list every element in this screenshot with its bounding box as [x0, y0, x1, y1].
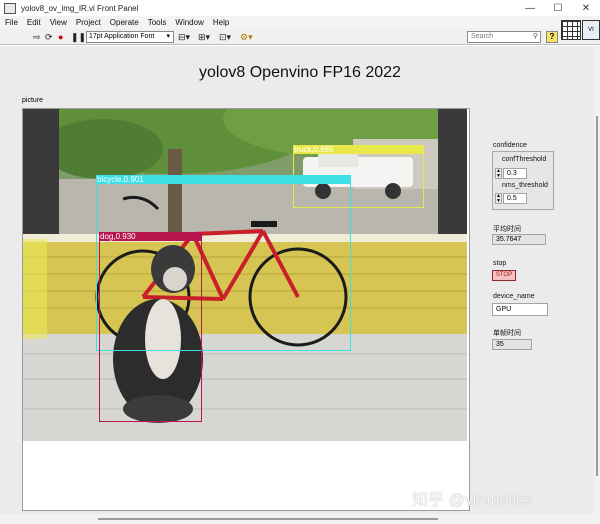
pause-icon[interactable]: ❚❚ [71, 32, 86, 42]
device-name-input[interactable]: GPU [492, 303, 548, 316]
horizontal-scrollbar[interactable] [0, 514, 600, 524]
resize-objects-icon[interactable]: ⊡▾ [219, 32, 231, 42]
labview-vi-icon [4, 2, 16, 14]
menu-view[interactable]: View [45, 18, 71, 27]
run-arrow-icon[interactable]: ⇨ [33, 32, 41, 42]
menu-bar: File Edit View Project Operate Tools Win… [0, 16, 600, 29]
vertical-scrollbar[interactable] [594, 46, 600, 514]
window-title: yolov8_ov_img_IR.vi Front Panel [21, 3, 139, 13]
detection-label-dog: dog,0.930 [99, 232, 202, 241]
picture-label: picture [22, 97, 44, 104]
device-name-label: device_name [493, 293, 535, 300]
menu-project[interactable]: Project [71, 18, 105, 27]
avg-time-label: 平均时间 [493, 226, 521, 233]
confidence-cluster: confThreshold ▲ ▼ 0.3 nms_threshold ▲ ▼ 0.… [492, 151, 554, 210]
context-help-button[interactable]: ? [546, 31, 558, 43]
conf-threshold-label: confThreshold [502, 156, 547, 163]
avg-time-indicator: 35.7647 [492, 234, 546, 245]
vi-icon[interactable]: VI [582, 20, 600, 40]
distribute-objects-icon[interactable]: ⊞▾ [198, 32, 210, 42]
nms-threshold-stepper[interactable]: ▲ ▼ [495, 193, 502, 204]
menu-operate[interactable]: Operate [105, 18, 143, 27]
reorder-icon[interactable]: ⚙▾ [240, 32, 253, 42]
title-bar: yolov8_ov_img_IR.vi Front Panel — ☐ ✕ [0, 0, 600, 16]
menu-window[interactable]: Window [170, 18, 207, 27]
single-time-label: 单帧时间 [493, 330, 521, 337]
font-dropdown-value: 17pt Application Font [89, 33, 155, 40]
align-objects-icon[interactable]: ⊟▾ [178, 32, 190, 42]
conf-threshold-stepper[interactable]: ▲ ▼ [495, 168, 502, 179]
search-input[interactable]: Search ⚲ [467, 31, 541, 43]
font-dropdown[interactable]: 17pt Application Font ▾ [86, 31, 174, 43]
conf-threshold-input[interactable]: 0.3 [503, 168, 527, 179]
maximize-button[interactable]: ☐ [544, 0, 572, 16]
menu-help[interactable]: Help [208, 18, 233, 27]
detection-box-dog [99, 232, 202, 422]
watermark: 知乎 @virobotics [412, 492, 533, 509]
single-time-indicator: 35 [492, 339, 532, 350]
menu-tools[interactable]: Tools [143, 18, 171, 27]
detection-image: truck,0.685 bicycle,0.901 dog,0.930 [23, 109, 467, 441]
detection-label-bicycle: bicycle,0.901 [96, 175, 351, 184]
abort-icon[interactable]: ● [58, 32, 63, 42]
stop-button[interactable]: STOP [492, 270, 516, 281]
panel-title: yolov8 Openvino FP16 2022 [199, 64, 401, 81]
nms-threshold-input[interactable]: 0.5 [503, 193, 527, 204]
search-icon: ⚲ [532, 33, 538, 40]
connector-pane-icon[interactable] [561, 20, 581, 40]
chevron-down-icon: ▾ [166, 33, 170, 40]
toolbar: ⇨ ⟳ ● ❚❚ 17pt Application Font ▾ ⊟▾ ⊞▾ ⊡… [0, 29, 600, 45]
search-placeholder: Search [471, 33, 494, 40]
minimize-button[interactable]: — [516, 0, 544, 16]
stop-label: stop [493, 260, 507, 267]
menu-file[interactable]: File [0, 18, 22, 27]
menu-edit[interactable]: Edit [22, 18, 45, 27]
picture-display: truck,0.685 bicycle,0.901 dog,0.930 [22, 108, 470, 511]
run-continuously-icon[interactable]: ⟳ [45, 32, 53, 42]
confidence-label: confidence [493, 142, 527, 149]
close-button[interactable]: ✕ [572, 0, 600, 16]
nms-threshold-label: nms_threshold [502, 182, 548, 189]
detection-label-truck: truck,0.685 [293, 145, 424, 154]
